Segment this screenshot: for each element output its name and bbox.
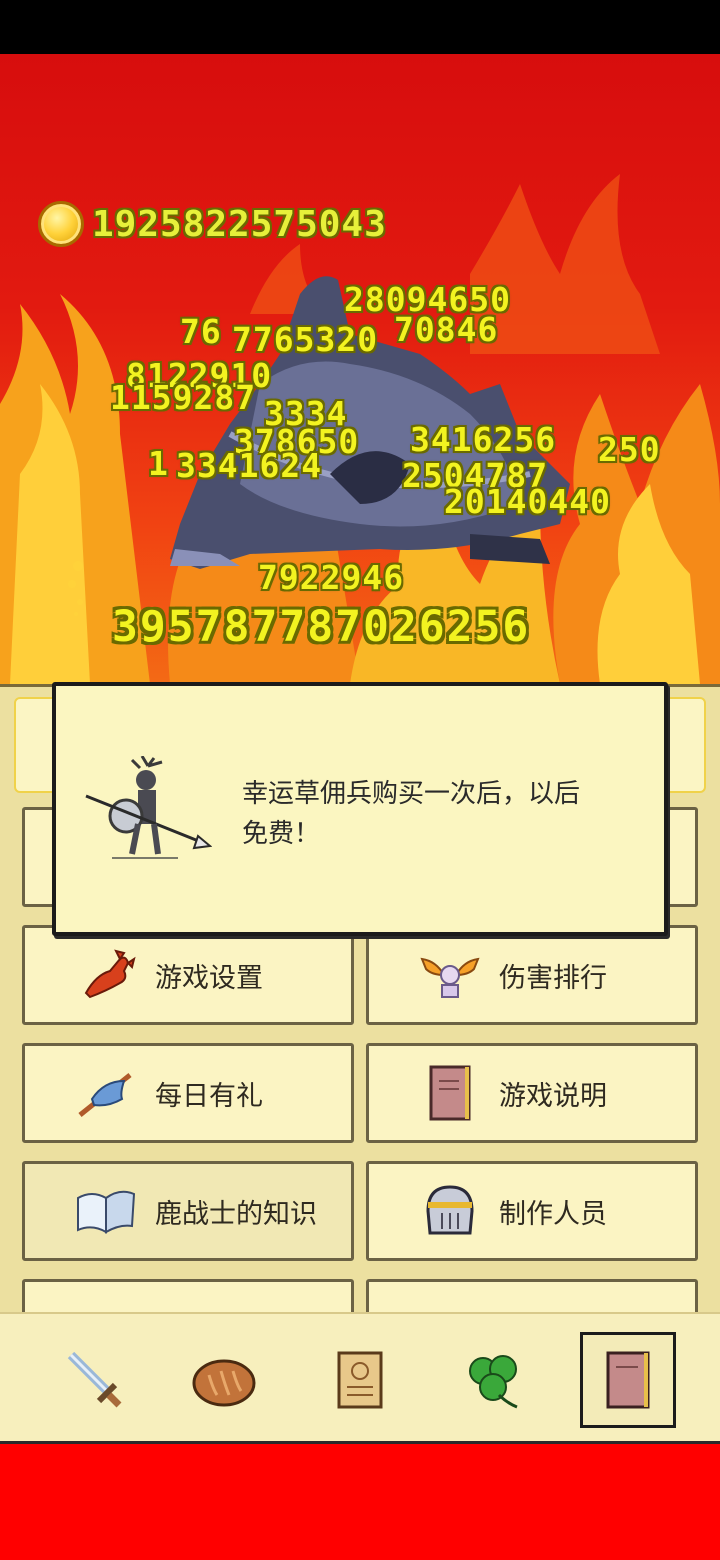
damage-ranking-button[interactable]: 伤害排行 (366, 925, 698, 1025)
damage-number: 1 (148, 444, 169, 483)
credits-label: 制作人员 (499, 1198, 607, 1230)
gold-counter: 1925822575043 (38, 200, 387, 248)
guide-book-icon (413, 1056, 487, 1130)
nav-clover[interactable] (446, 1332, 542, 1428)
deer-warrior-sprite (85, 756, 212, 859)
damage-number: 70846 (394, 310, 499, 349)
nav-sword[interactable] (44, 1332, 140, 1428)
damage-number: 76 (180, 312, 222, 351)
tip-message: 幸运草佣兵购买一次后，以后 免费！ (242, 774, 642, 854)
bottom-navigation (0, 1312, 720, 1444)
lobster-icon (69, 938, 143, 1012)
game-guide-button[interactable]: 游戏说明 (366, 1043, 698, 1143)
damage-number: 7922946 (258, 558, 405, 597)
bottom-red-strip (0, 1444, 720, 1560)
deer-warrior-knowledge-button[interactable]: 鹿战士的知识 (22, 1161, 354, 1261)
game-guide-label: 游戏说明 (499, 1080, 607, 1112)
credits-button[interactable]: 制作人员 (366, 1161, 698, 1261)
game-settings-label: 游戏设置 (155, 962, 263, 994)
damage-number: 1159287 (110, 378, 257, 417)
nav-bread[interactable] (176, 1332, 272, 1428)
damage-number: 3416256 (410, 420, 557, 459)
status-bar (0, 0, 720, 54)
damage-number: 7765320 (232, 320, 379, 359)
game-settings-button[interactable]: 游戏设置 (22, 925, 354, 1025)
bread-icon (192, 1359, 256, 1407)
total-damage: 39578778702625​6 (112, 602, 531, 652)
scroll-icon (337, 1351, 383, 1409)
battle-scene[interactable]: 1925822575043 28094650 76 7765320 70846 … (0, 54, 720, 684)
daily-gift-button[interactable]: 每日有礼 (22, 1043, 354, 1143)
knight-helmet-icon (413, 1174, 487, 1248)
book-icon (606, 1351, 650, 1409)
tip-line-1: 幸运草佣兵购买一次后，以后 (242, 779, 581, 809)
open-book-icon (69, 1174, 143, 1248)
damage-number: 250 (598, 430, 661, 469)
tip-dialog[interactable]: 幸运草佣兵购买一次后，以后 免费！ (52, 682, 668, 936)
damage-number: 3341624 (176, 446, 323, 485)
deer-warrior-knowledge-label: 鹿战士的知识 (155, 1198, 317, 1230)
fish-skewer-icon (69, 1056, 143, 1130)
sword-icon (67, 1351, 122, 1408)
daily-gift-label: 每日有礼 (155, 1080, 263, 1112)
nav-scroll[interactable] (312, 1332, 408, 1428)
winged-trophy-icon (413, 938, 487, 1012)
tip-line-2: 免费！ (242, 819, 321, 849)
gold-amount: 1925822575043 (92, 203, 387, 245)
damage-ranking-label: 伤害排行 (499, 962, 607, 994)
damage-number: 20140440 (444, 482, 611, 521)
clover-icon (469, 1355, 518, 1409)
nav-book[interactable] (580, 1332, 676, 1428)
gold-coin-icon (38, 201, 84, 247)
